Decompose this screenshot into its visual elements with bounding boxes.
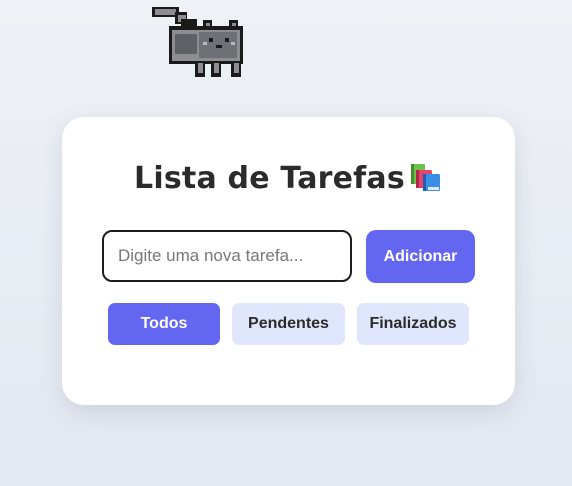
filter-all-button[interactable]: Todos <box>108 303 220 345</box>
add-task-button[interactable]: Adicionar <box>366 230 475 283</box>
page-title: Lista de Tarefas <box>62 161 515 196</box>
filter-pending-button[interactable]: Pendentes <box>232 303 345 345</box>
pixel-cat-icon <box>152 7 243 77</box>
new-task-input[interactable] <box>102 230 352 282</box>
books-icon <box>410 164 440 191</box>
filter-done-button[interactable]: Finalizados <box>357 303 469 345</box>
filter-bar: Todos Pendentes Finalizados <box>62 303 515 345</box>
todo-card: Lista de Tarefas Adicionar Todos Pendent… <box>62 117 515 405</box>
page-title-text: Lista de Tarefas <box>134 161 405 196</box>
